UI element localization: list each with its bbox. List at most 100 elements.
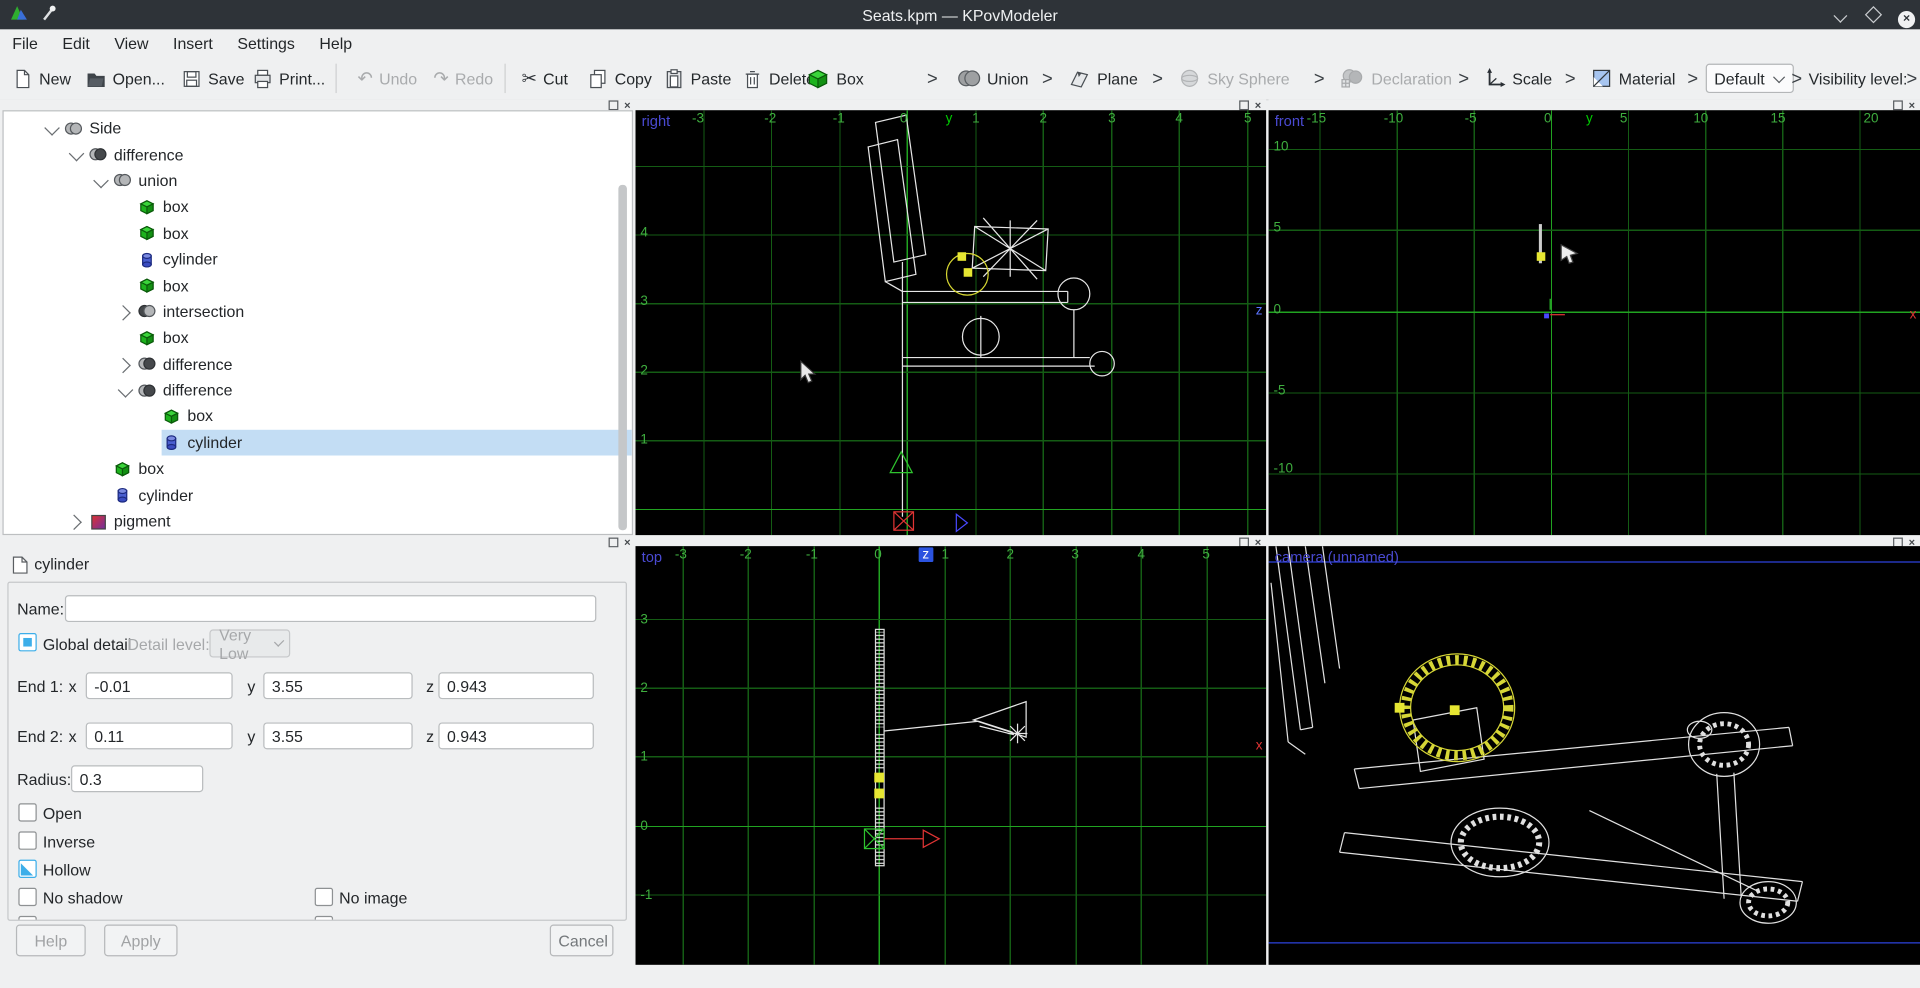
expand-expander-icon[interactable] <box>115 305 131 321</box>
insert-position-chevron[interactable]: > <box>1152 62 1163 94</box>
delete-button[interactable]: Delete <box>742 62 815 94</box>
cancel-button[interactable]: Cancel <box>550 924 614 956</box>
tree-item-pigment[interactable]: pigment <box>4 508 632 534</box>
insert-position-chevron[interactable]: > <box>1907 62 1918 94</box>
maximize-button[interactable] <box>1862 5 1884 25</box>
undo-button[interactable]: ↶ Undo <box>358 62 418 94</box>
end1-x-input[interactable] <box>86 672 233 699</box>
menu-view[interactable]: View <box>102 29 161 58</box>
insert-declaration-button[interactable]: Declaration <box>1340 62 1452 94</box>
inverse-checkbox[interactable] <box>18 831 36 849</box>
close-button[interactable]: × <box>1896 6 1918 26</box>
viewport-grid <box>636 110 1267 535</box>
tree-item-difference[interactable]: difference <box>4 351 632 377</box>
insert-box-button[interactable]: Box <box>806 62 864 94</box>
insert-position-chevron[interactable]: > <box>1565 62 1576 94</box>
no-shadow-checkbox[interactable] <box>18 888 36 906</box>
tree-item-difference[interactable]: difference <box>4 141 632 167</box>
hollow-checkbox[interactable] <box>18 860 36 878</box>
tree-item-box[interactable]: box <box>4 403 632 429</box>
expand-expander-icon[interactable] <box>66 514 82 530</box>
ruler-tick: -3 <box>675 547 687 562</box>
close-dock-icon[interactable]: × <box>624 100 630 110</box>
minimize-button[interactable] <box>1829 5 1851 25</box>
expand-expander-icon[interactable] <box>115 357 131 373</box>
new-button[interactable]: New <box>12 62 71 94</box>
cut-button[interactable]: ✂ Cut <box>522 62 568 94</box>
tree-item-cylinder[interactable]: cylinder <box>4 429 632 455</box>
tree-item-box[interactable]: box <box>4 272 632 298</box>
collapse-expander-icon[interactable] <box>69 146 85 162</box>
ruler-tick: -2 <box>764 111 776 126</box>
print-button[interactable]: Print... <box>252 62 325 94</box>
tree-item-cylinder[interactable]: cylinder <box>4 246 632 272</box>
close-dock-icon[interactable]: × <box>1255 100 1261 110</box>
float-dock-icon[interactable] <box>608 100 618 110</box>
float-dock-icon[interactable] <box>1893 100 1903 110</box>
menu-insert[interactable]: Insert <box>161 29 225 58</box>
close-dock-icon[interactable]: × <box>1909 100 1915 110</box>
ruler-tick: 4 <box>1175 111 1183 126</box>
tree-item-cylinder[interactable]: cylinder <box>4 482 632 508</box>
title-bar[interactable]: Seats.kpm — KPovModeler × <box>0 0 1920 29</box>
tree-item-difference[interactable]: difference <box>4 377 632 403</box>
insert-position-chevron[interactable]: > <box>1791 62 1802 94</box>
no-image-checkbox[interactable] <box>315 888 333 906</box>
detail-level-combobox[interactable]: Very Low <box>209 629 290 657</box>
viewport-right[interactable]: right-3-2-10y123454321z <box>636 110 1267 535</box>
tree-item-union[interactable]: union <box>4 167 632 193</box>
tree-item-box[interactable]: box <box>4 194 632 220</box>
tree-item-box[interactable]: box <box>4 325 632 351</box>
close-dock-icon[interactable]: × <box>624 537 630 547</box>
end2-x-input[interactable] <box>86 722 233 749</box>
insert-position-chevron[interactable]: > <box>1314 62 1325 94</box>
insert-position-chevron[interactable]: > <box>1042 62 1053 94</box>
redo-button[interactable]: ↷ Redo <box>433 62 493 94</box>
paste-button[interactable]: Paste <box>664 62 732 94</box>
collapse-expander-icon[interactable] <box>44 120 60 136</box>
tree-item-Side[interactable]: Side <box>4 115 632 141</box>
float-dock-icon[interactable] <box>1239 100 1249 110</box>
open-button[interactable]: Open... <box>86 62 165 94</box>
open-label: Open <box>43 804 82 822</box>
global-detail-checkbox[interactable] <box>18 633 36 651</box>
tree-scrollbar[interactable] <box>618 185 627 530</box>
help-button[interactable]: Help <box>16 924 86 956</box>
insert-sky-sphere-button[interactable]: Sky Sphere <box>1178 62 1290 94</box>
right-viewport-dock-strip: × <box>636 99 1267 110</box>
clipped-checkbox[interactable] <box>315 916 333 921</box>
end2-z-input[interactable] <box>438 722 594 749</box>
apply-button[interactable]: Apply <box>104 924 177 956</box>
insert-position-chevron[interactable]: > <box>927 62 938 94</box>
end2-y-input[interactable] <box>263 722 412 749</box>
menu-edit[interactable]: Edit <box>50 29 102 58</box>
insert-scale-button[interactable]: Scale <box>1484 62 1552 94</box>
tree-item-intersection[interactable]: intersection <box>4 298 632 324</box>
box-icon <box>113 459 133 479</box>
insert-plane-button[interactable]: Plane <box>1068 62 1138 94</box>
default-view-combobox[interactable]: Default <box>1706 64 1794 93</box>
menu-help[interactable]: Help <box>307 29 364 58</box>
tree-item-box[interactable]: box <box>4 220 632 246</box>
collapse-expander-icon[interactable] <box>93 173 109 189</box>
copy-button[interactable]: Copy <box>588 62 652 94</box>
open-checkbox[interactable] <box>18 803 36 821</box>
viewport-top[interactable]: top-3-2-10z123453210-1x <box>636 546 1267 965</box>
clipped-checkbox[interactable] <box>18 916 36 921</box>
insert-position-chevron[interactable]: > <box>1687 62 1698 94</box>
viewport-camera[interactable]: camera (unnamed) <box>1269 546 1920 965</box>
save-button[interactable]: Save <box>181 62 244 94</box>
end1-z-input[interactable] <box>438 672 594 699</box>
insert-material-button[interactable]: Material <box>1591 62 1676 94</box>
insert-position-chevron[interactable]: > <box>1458 62 1469 94</box>
radius-input[interactable] <box>71 765 203 792</box>
menu-file[interactable]: File <box>0 29 50 58</box>
end1-y-input[interactable] <box>263 672 412 699</box>
collapse-expander-icon[interactable] <box>118 382 134 398</box>
name-input[interactable] <box>65 595 596 622</box>
float-dock-icon[interactable] <box>608 537 618 547</box>
tree-item-box[interactable]: box <box>4 456 632 482</box>
menu-settings[interactable]: Settings <box>225 29 307 58</box>
insert-union-button[interactable]: Union <box>956 62 1028 94</box>
viewport-front[interactable]: front-15-10-50y51015201050-5-10x <box>1269 110 1920 535</box>
